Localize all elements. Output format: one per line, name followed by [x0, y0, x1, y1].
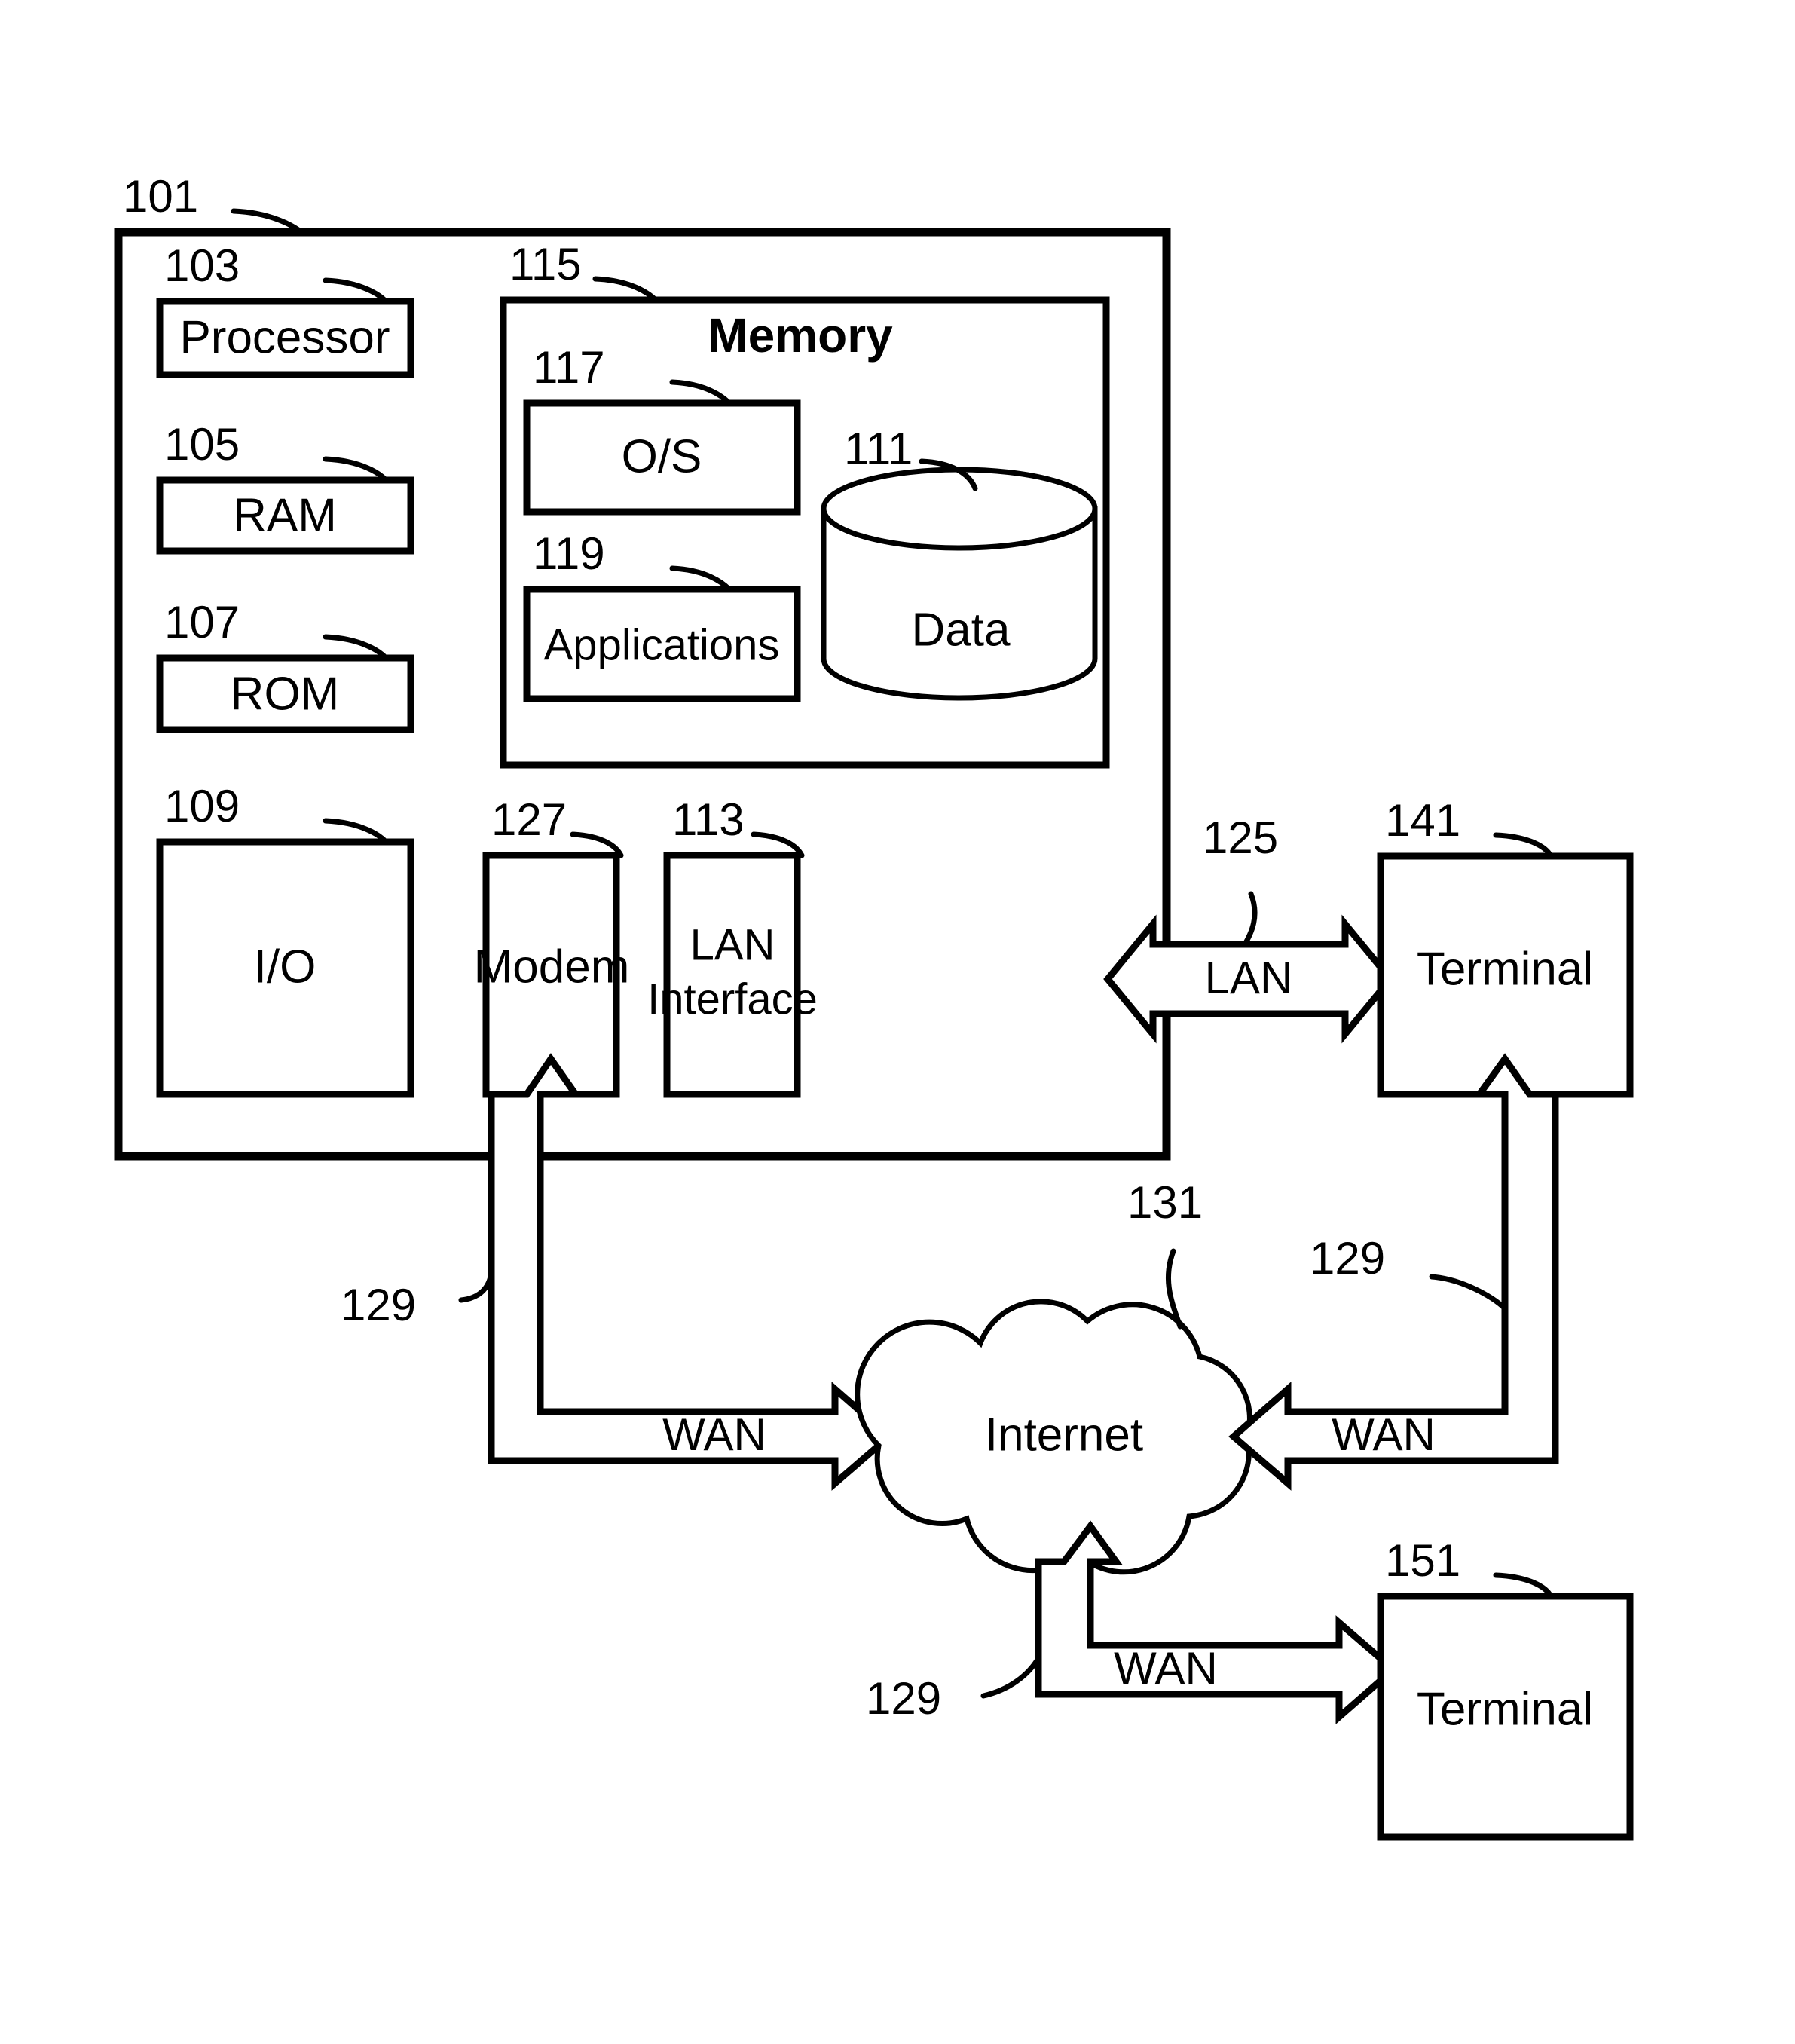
lan-interface-label-line1: LAN [690, 920, 775, 969]
modem-label: Modem [474, 941, 630, 993]
processor-label: Processor [179, 311, 390, 363]
ref-label-129-terminal141: 129 [1310, 1233, 1385, 1284]
leader-line-129-modem [458, 1269, 494, 1303]
io-label: I/O [254, 941, 316, 993]
ref-label-119: 119 [533, 528, 605, 579]
lan-connector-label: LAN [1205, 953, 1293, 1003]
ref-label-129-modem: 129 [341, 1280, 416, 1330]
ref-label-115: 115 [509, 239, 582, 289]
terminal-141-label: Terminal [1417, 943, 1593, 995]
ref-label-107: 107 [164, 597, 240, 647]
leader-line-129-terminal151 [980, 1655, 1041, 1699]
ram-label: RAM [233, 489, 337, 541]
wan-modem-label: WAN [662, 1409, 766, 1460]
ref-label-131: 131 [1127, 1177, 1203, 1228]
ref-label-117: 117 [533, 342, 605, 393]
ref-label-105: 105 [164, 419, 240, 470]
ref-label-109: 109 [164, 781, 240, 831]
ref-label-111: 111 [844, 424, 913, 474]
ref-label-125: 125 [1203, 812, 1278, 863]
os-label: O/S [622, 430, 702, 482]
ref-label-127: 127 [491, 794, 567, 845]
wan-terminal151-label: WAN [1114, 1643, 1218, 1694]
data-label: Data [912, 604, 1011, 656]
wan-terminal141-label: WAN [1332, 1409, 1436, 1460]
leader-line-129-terminal141 [1429, 1274, 1508, 1311]
data-cylinder [821, 467, 1098, 701]
ref-label-101: 101 [123, 171, 198, 222]
internet-label: Internet [985, 1409, 1143, 1461]
ref-label-151: 151 [1385, 1535, 1460, 1586]
ref-label-103: 103 [164, 240, 240, 291]
terminal-151-label: Terminal [1417, 1683, 1593, 1735]
lan-interface-label-line2: Interface [647, 975, 818, 1024]
ref-label-129-terminal151: 129 [866, 1673, 941, 1724]
ref-label-113: 113 [672, 794, 745, 845]
rom-label: ROM [231, 668, 340, 720]
applications-label: Applications [544, 620, 780, 669]
ref-label-141: 141 [1385, 795, 1460, 846]
leader-line-125 [1242, 891, 1258, 947]
memory-title: Memory [708, 308, 893, 363]
diagram-canvas: 101 103 Processor 105 RAM 107 ROM 109 I/… [114, 171, 1634, 1841]
patent-figure: 101 103 Processor 105 RAM 107 ROM 109 I/… [0, 0, 1795, 2044]
